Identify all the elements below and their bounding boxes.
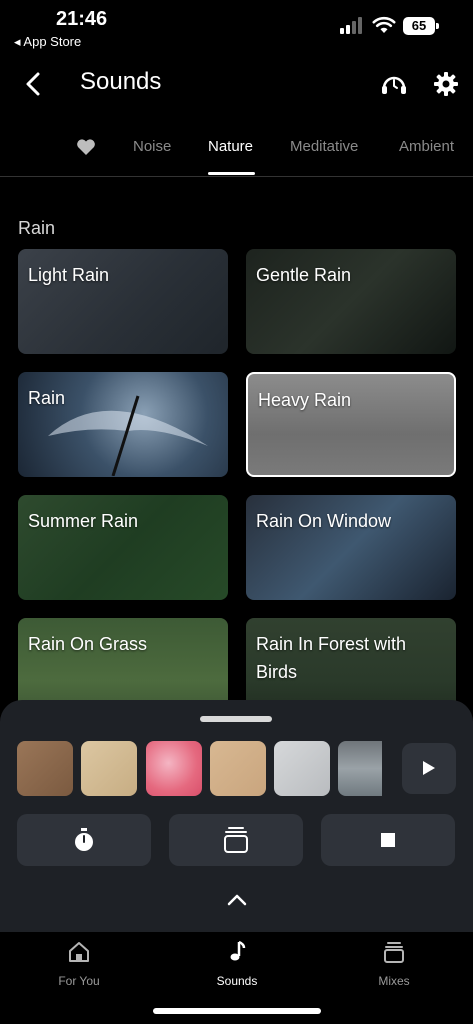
tab-noise[interactable]: Noise [133, 138, 171, 155]
stop-button[interactable] [321, 814, 455, 866]
sound-card-rain-on-window[interactable]: Rain On Window [246, 495, 456, 600]
mix-thumbnail[interactable] [81, 741, 137, 796]
battery-tip [436, 23, 439, 29]
mix-thumbnail[interactable] [210, 741, 266, 796]
home-indicator[interactable] [153, 1008, 321, 1014]
player-sheet [0, 700, 473, 932]
tab-label: For You [58, 974, 100, 988]
header: Sounds [0, 60, 473, 108]
card-label: Rain On Window [256, 511, 392, 531]
card-label: Summer Rain [28, 511, 139, 531]
tab-for-you[interactable]: For You [29, 940, 129, 988]
back-arrow-icon[interactable] [20, 68, 48, 100]
sound-card-summer-rain[interactable]: Summer Rain [18, 495, 228, 600]
mix-thumbnail[interactable] [274, 741, 330, 796]
headphones-timer-icon[interactable] [380, 70, 408, 98]
gear-icon[interactable] [432, 70, 460, 98]
sheet-grabber[interactable] [200, 716, 272, 722]
mix-thumbnail[interactable] [338, 741, 382, 796]
card-label: Light Rain [28, 265, 110, 285]
back-to-app-store-link[interactable]: ◂ App Store [14, 34, 81, 50]
timer-button[interactable] [17, 814, 151, 866]
card-label: Rain On Grass [28, 634, 148, 654]
play-button[interactable] [402, 743, 456, 794]
sound-card-gentle-rain[interactable]: Gentle Rain [246, 249, 456, 354]
card-label: Gentle Rain [256, 265, 352, 285]
sound-card-light-rain[interactable]: Light Rain [18, 249, 228, 354]
page-title: Sounds [80, 68, 162, 95]
active-tab-indicator [208, 172, 255, 175]
stop-icon [381, 833, 395, 847]
chevron-up-icon[interactable] [224, 890, 250, 910]
tab-label: Sounds [216, 974, 258, 988]
status-time: 21:46 [56, 8, 108, 30]
tab-sounds[interactable]: Sounds [187, 940, 287, 988]
stack-icon [224, 827, 248, 853]
sound-card-heavy-rain[interactable]: Heavy Rain [246, 372, 456, 477]
card-label: Heavy Rain [258, 390, 352, 410]
category-tabs: Noise Nature Meditative Ambient [0, 130, 473, 177]
favorites-heart-icon[interactable] [76, 138, 96, 156]
tab-nature[interactable]: Nature [208, 138, 253, 155]
card-label: Rain In Forest with Birds [256, 634, 407, 682]
stack-icon [384, 942, 404, 963]
card-label: Rain [28, 388, 66, 408]
tab-label: Mixes [378, 974, 410, 988]
section-title: Rain [18, 218, 56, 238]
music-note-icon [230, 940, 246, 961]
tab-mixes[interactable]: Mixes [344, 940, 444, 988]
sound-card-rain[interactable]: Rain [18, 372, 228, 477]
tab-ambient[interactable]: Ambient [399, 138, 454, 155]
cellular-signal-icon [340, 17, 362, 34]
mix-thumbnail[interactable] [146, 741, 202, 796]
mixes-stack-button[interactable] [169, 814, 303, 866]
mix-thumbnail[interactable] [17, 741, 73, 796]
battery-indicator: 65 [403, 17, 435, 35]
status-bar: 21:46 ◂ App Store 65 [0, 0, 473, 56]
play-icon [423, 761, 435, 775]
stopwatch-icon [75, 828, 93, 851]
home-icon [69, 942, 89, 962]
wifi-icon [372, 16, 396, 33]
tab-meditative[interactable]: Meditative [290, 138, 358, 155]
